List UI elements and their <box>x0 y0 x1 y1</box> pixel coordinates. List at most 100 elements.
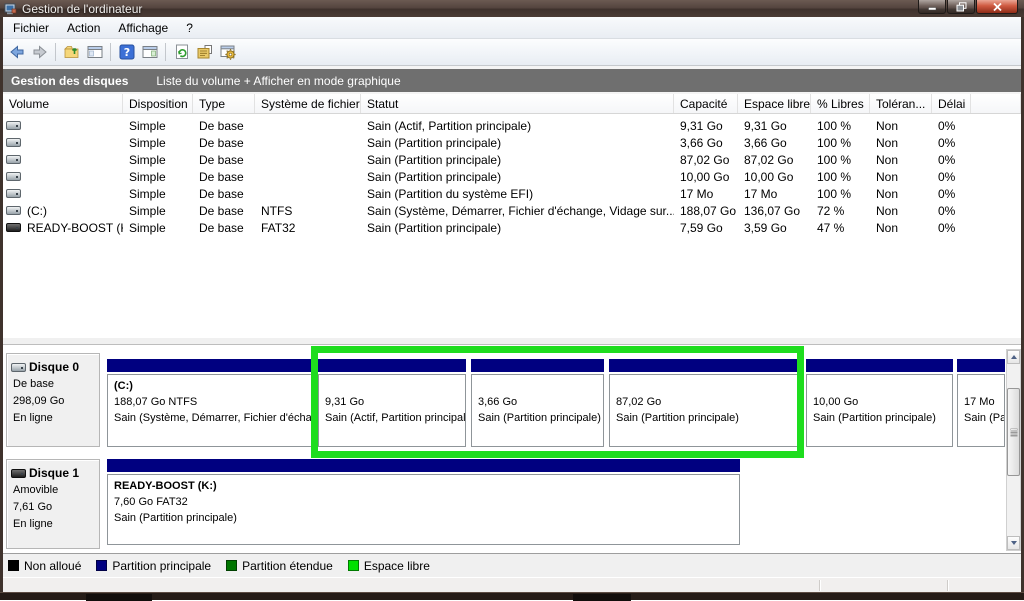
legend-items: Non allouéPartition principalePartition … <box>8 559 445 573</box>
table-cell-disposition: Simple <box>123 119 193 133</box>
partition-cell[interactable]: READY-BOOST (K:)7,60 Go FAT32Sain (Parti… <box>107 459 740 547</box>
disk-status: En ligne <box>13 516 99 533</box>
status-separator <box>819 580 820 591</box>
column-header-statut[interactable]: Statut <box>361 94 674 113</box>
scrollbar-thumb[interactable] <box>1007 388 1020 476</box>
table-row[interactable]: READY-BOOST (K:)SimpleDe baseFAT32Sain (… <box>3 219 1021 236</box>
table-cell-type: De base <box>193 221 255 235</box>
partition-type-band <box>107 359 313 372</box>
table-cell-type: De base <box>193 187 255 201</box>
partition-body: (C:)188,07 Go NTFSSain (Système, Démarre… <box>107 374 313 447</box>
back-icon[interactable] <box>5 41 28 64</box>
table-cell-delai: 0% <box>932 170 971 184</box>
table-cell-espace_libre: 136,07 Go <box>738 204 811 218</box>
toolbar-separator <box>165 43 166 61</box>
legend-bar: Non allouéPartition principalePartition … <box>0 553 1024 577</box>
partition-status: Sain (Système, Démarrer, Fichier d'échan… <box>114 410 312 426</box>
disk-settings-icon[interactable] <box>216 41 239 64</box>
table-cell-espace_libre: 87,02 Go <box>738 153 811 167</box>
partition-status: Sain (Partition du système EFI) <box>964 410 1004 426</box>
disk-name: Disque 0 <box>29 359 79 376</box>
close-button[interactable] <box>976 0 1018 14</box>
vertical-scrollbar[interactable] <box>1006 349 1021 551</box>
table-row[interactable]: SimpleDe baseSain (Partition du système … <box>3 185 1021 202</box>
partition-cell[interactable]: 10,00 GoSain (Partition principale) <box>806 359 953 449</box>
table-header: Volume Disposition Type Système de fichi… <box>3 94 1021 114</box>
drive-icon <box>6 138 21 147</box>
column-header-delai[interactable]: Délai <box>932 94 971 113</box>
window-title: Gestion de l'ordinateur <box>22 2 142 16</box>
column-header-pct-libres[interactable]: % Libres <box>811 94 870 113</box>
partition-body: 17 MoSain (Partition du système EFI) <box>957 374 1005 447</box>
panel-title: Gestion des disques <box>3 74 142 88</box>
disk-row-1: Disque 1 Amovible 7,61 Go En ligne READY… <box>3 455 1006 551</box>
taskbar-strip <box>0 592 1024 600</box>
partition-type-band <box>107 459 740 472</box>
legend-label: Partition étendue <box>242 559 333 573</box>
scroll-down-arrow-icon[interactable] <box>1007 536 1020 550</box>
legend-item: Partition étendue <box>226 559 333 573</box>
column-header-type[interactable]: Type <box>193 94 255 113</box>
table-cell-delai: 0% <box>932 204 971 218</box>
table-cell-tolerance: Non <box>870 221 932 235</box>
title-bar[interactable]: Gestion de l'ordinateur <box>0 0 1024 17</box>
table-row[interactable]: SimpleDe baseSain (Partition principale)… <box>3 151 1021 168</box>
properties-icon[interactable] <box>193 41 216 64</box>
disk-label-panel[interactable]: Disque 1 Amovible 7,61 Go En ligne <box>6 459 100 549</box>
forward-icon[interactable] <box>28 41 51 64</box>
column-header-file-system[interactable]: Système de fichiers <box>255 94 361 113</box>
table-cell-tolerance: Non <box>870 204 932 218</box>
table-row[interactable]: (C:)SimpleDe baseNTFSSain (Système, Déma… <box>3 202 1021 219</box>
table-cell-capacite: 7,59 Go <box>674 221 738 235</box>
table-cell-tolerance: Non <box>870 136 932 150</box>
disk-label-panel[interactable]: Disque 0 De base 298,09 Go En ligne <box>6 353 100 447</box>
column-header-espace-libre[interactable]: Espace libre <box>738 94 811 113</box>
table-row[interactable]: SimpleDe baseSain (Partition principale)… <box>3 168 1021 185</box>
menu-affichage[interactable]: Affichage <box>109 19 177 37</box>
table-cell-disposition: Simple <box>123 170 193 184</box>
column-header-tolerance[interactable]: Toléran... <box>870 94 932 113</box>
menu-fichier[interactable]: Fichier <box>4 19 58 37</box>
legend-color-swatch <box>348 560 359 571</box>
table-row[interactable]: SimpleDe baseSain (Actif, Partition prin… <box>3 117 1021 134</box>
legend-color-swatch <box>8 560 19 571</box>
partition-cell[interactable]: 17 MoSain (Partition du système EFI) <box>957 359 1005 449</box>
table-cell-type: De base <box>193 204 255 218</box>
legend-color-swatch <box>226 560 237 571</box>
scroll-up-arrow-icon[interactable] <box>1007 350 1020 364</box>
partition-size: 188,07 Go NTFS <box>114 394 312 410</box>
minimize-button[interactable] <box>918 0 946 14</box>
toolbar-separator <box>55 43 56 61</box>
column-header-capacite[interactable]: Capacité <box>674 94 738 113</box>
table-cell-statut: Sain (Système, Démarrer, Fichier d'échan… <box>361 204 674 218</box>
menu-action[interactable]: Action <box>58 19 109 37</box>
drive-icon <box>6 121 21 130</box>
disk-name: Disque 1 <box>29 465 79 482</box>
table-cell-pct_libres: 100 % <box>811 153 870 167</box>
partition-body: 10,00 GoSain (Partition principale) <box>806 374 953 447</box>
legend-item: Non alloué <box>8 559 81 573</box>
table-cell-capacite: 87,02 Go <box>674 153 738 167</box>
console-tree-icon[interactable] <box>83 41 106 64</box>
partition-type-band <box>806 359 953 372</box>
table-cell-pct_libres: 100 % <box>811 187 870 201</box>
table-cell-espace_libre: 3,66 Go <box>738 136 811 150</box>
disk-icon <box>11 363 26 372</box>
action-pane-icon[interactable] <box>138 41 161 64</box>
table-cell-tolerance: Non <box>870 187 932 201</box>
menu-aide[interactable]: ? <box>177 19 202 37</box>
table-cell-statut: Sain (Partition principale) <box>361 136 674 150</box>
partition-cell[interactable]: (C:)188,07 Go NTFSSain (Système, Démarre… <box>107 359 313 449</box>
maximize-button[interactable] <box>947 0 975 14</box>
up-level-icon[interactable] <box>60 41 83 64</box>
table-cell-file_system: NTFS <box>255 204 361 218</box>
refresh-icon[interactable] <box>170 41 193 64</box>
help-icon[interactable]: ? <box>115 41 138 64</box>
drive-icon <box>6 206 21 215</box>
column-header-disposition[interactable]: Disposition <box>123 94 193 113</box>
table-cell-type: De base <box>193 136 255 150</box>
table-cell-disposition: Simple <box>123 153 193 167</box>
partition-status: Sain (Partition principale) <box>114 510 739 526</box>
column-header-volume[interactable]: Volume <box>3 94 123 113</box>
table-row[interactable]: SimpleDe baseSain (Partition principale)… <box>3 134 1021 151</box>
